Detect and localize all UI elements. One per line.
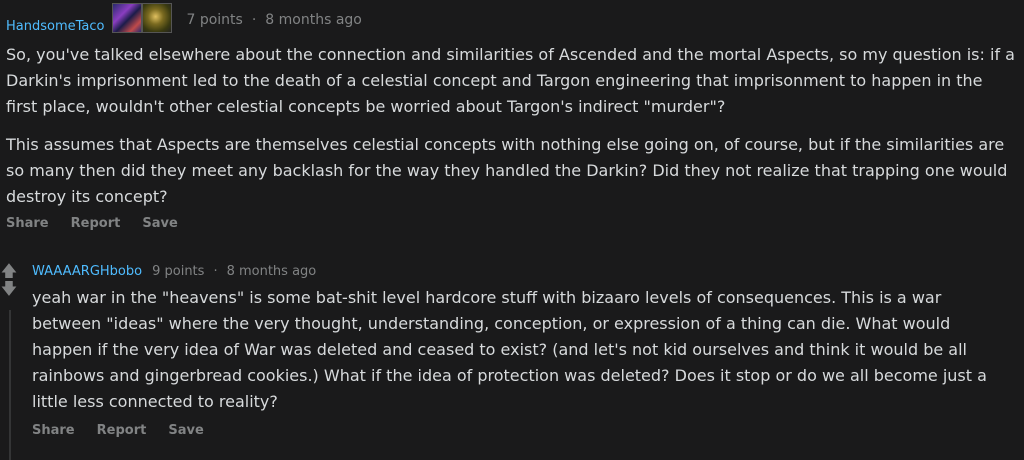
comment-meta: HandsomeTaco 7 points · 8 months ago — [6, 3, 1016, 36]
vote-controls: 🡅 🡇 — [0, 262, 20, 298]
comment-username[interactable]: WAAAARGHbobo — [32, 264, 142, 279]
comment-points: 9 points — [152, 263, 205, 279]
report-button[interactable]: Report — [71, 216, 121, 231]
comment-points: 7 points — [186, 12, 243, 28]
upvote-icon[interactable]: 🡅 — [0, 262, 18, 280]
comment-actions: Share Report Save — [6, 216, 1016, 231]
share-button[interactable]: Share — [32, 423, 75, 438]
flair-image — [142, 3, 173, 33]
comment-paragraph: yeah war in the "heavens" is some bat-sh… — [32, 288, 987, 411]
comment-body: WAAAARGHbobo 9 points · 8 months ago yea… — [32, 258, 1012, 439]
comment-timestamp[interactable]: 8 months ago — [265, 12, 362, 28]
comment-actions: Share Report Save — [32, 423, 1012, 438]
flair-image — [112, 3, 143, 33]
save-button[interactable]: Save — [168, 423, 203, 438]
comment-timestamp[interactable]: 8 months ago — [227, 264, 317, 279]
downvote-icon[interactable]: 🡇 — [0, 280, 18, 298]
save-button[interactable]: Save — [142, 216, 177, 231]
meta-separator: · — [213, 263, 218, 279]
comment-paragraph: So, you've talked elsewhere about the co… — [6, 45, 1015, 116]
comment-paragraph: This assumes that Aspects are themselves… — [6, 135, 1008, 206]
report-button[interactable]: Report — [97, 423, 147, 438]
comment-handsometaco: HandsomeTaco 7 points · 8 months ago So,… — [6, 3, 1016, 231]
comment-username[interactable]: HandsomeTaco — [6, 19, 104, 34]
meta-separator: · — [251, 12, 257, 28]
share-button[interactable]: Share — [6, 216, 49, 231]
thread-line[interactable] — [9, 310, 11, 460]
user-flair — [112, 3, 173, 33]
comment-meta: WAAAARGHbobo 9 points · 8 months ago — [32, 258, 1012, 284]
